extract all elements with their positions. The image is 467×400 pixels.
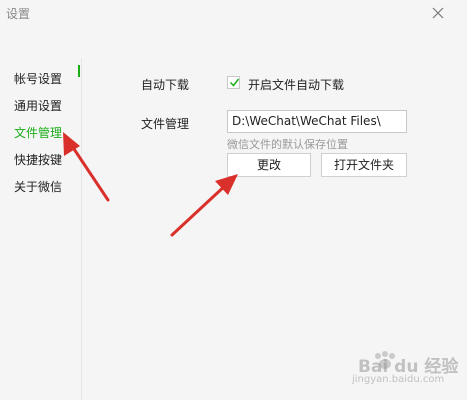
annotation-arrows [63,132,238,237]
watermark-subtext: jingyan.baidu.com [352,374,445,385]
arrow-to-sidebar [63,132,110,202]
arrow-to-change-button [170,174,238,237]
